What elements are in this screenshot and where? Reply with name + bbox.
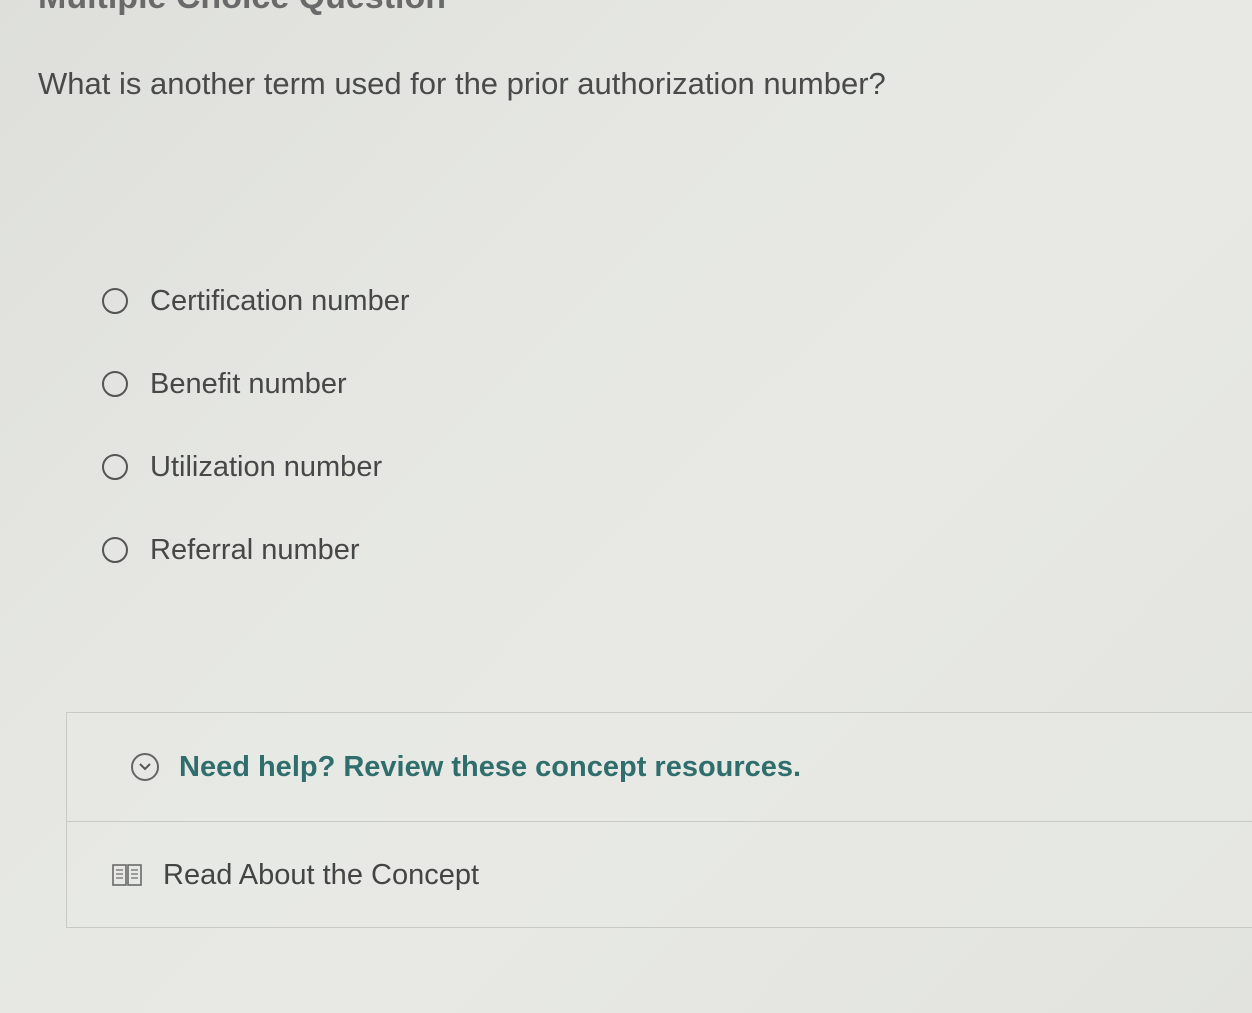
option-benefit-number[interactable]: Benefit number [102, 361, 410, 407]
help-title: Need help? Review these concept resource… [179, 750, 802, 783]
chevron-down-icon [131, 753, 159, 781]
radio-button[interactable] [102, 371, 128, 397]
radio-button[interactable] [102, 537, 128, 563]
option-referral-number[interactable]: Referral number [102, 527, 410, 573]
option-label: Referral number [150, 533, 360, 566]
page-heading: Multiple Choice Question [38, 0, 446, 17]
option-utilization-number[interactable]: Utilization number [102, 444, 410, 490]
radio-button[interactable] [102, 454, 128, 480]
option-label: Certification number [150, 284, 410, 317]
resource-label: Read About the Concept [163, 858, 480, 891]
option-certification-number[interactable]: Certification number [102, 278, 410, 324]
read-about-concept-link[interactable]: Read About the Concept [67, 822, 1252, 928]
radio-button[interactable] [102, 288, 128, 314]
option-label: Benefit number [150, 367, 347, 400]
question-text: What is another term used for the prior … [38, 66, 886, 101]
help-resources-panel: Need help? Review these concept resource… [66, 712, 1252, 928]
answer-options: Certification number Benefit number Util… [102, 278, 410, 610]
help-toggle-button[interactable]: Need help? Review these concept resource… [67, 713, 1252, 822]
option-label: Utilization number [150, 450, 383, 483]
book-icon [111, 862, 143, 888]
